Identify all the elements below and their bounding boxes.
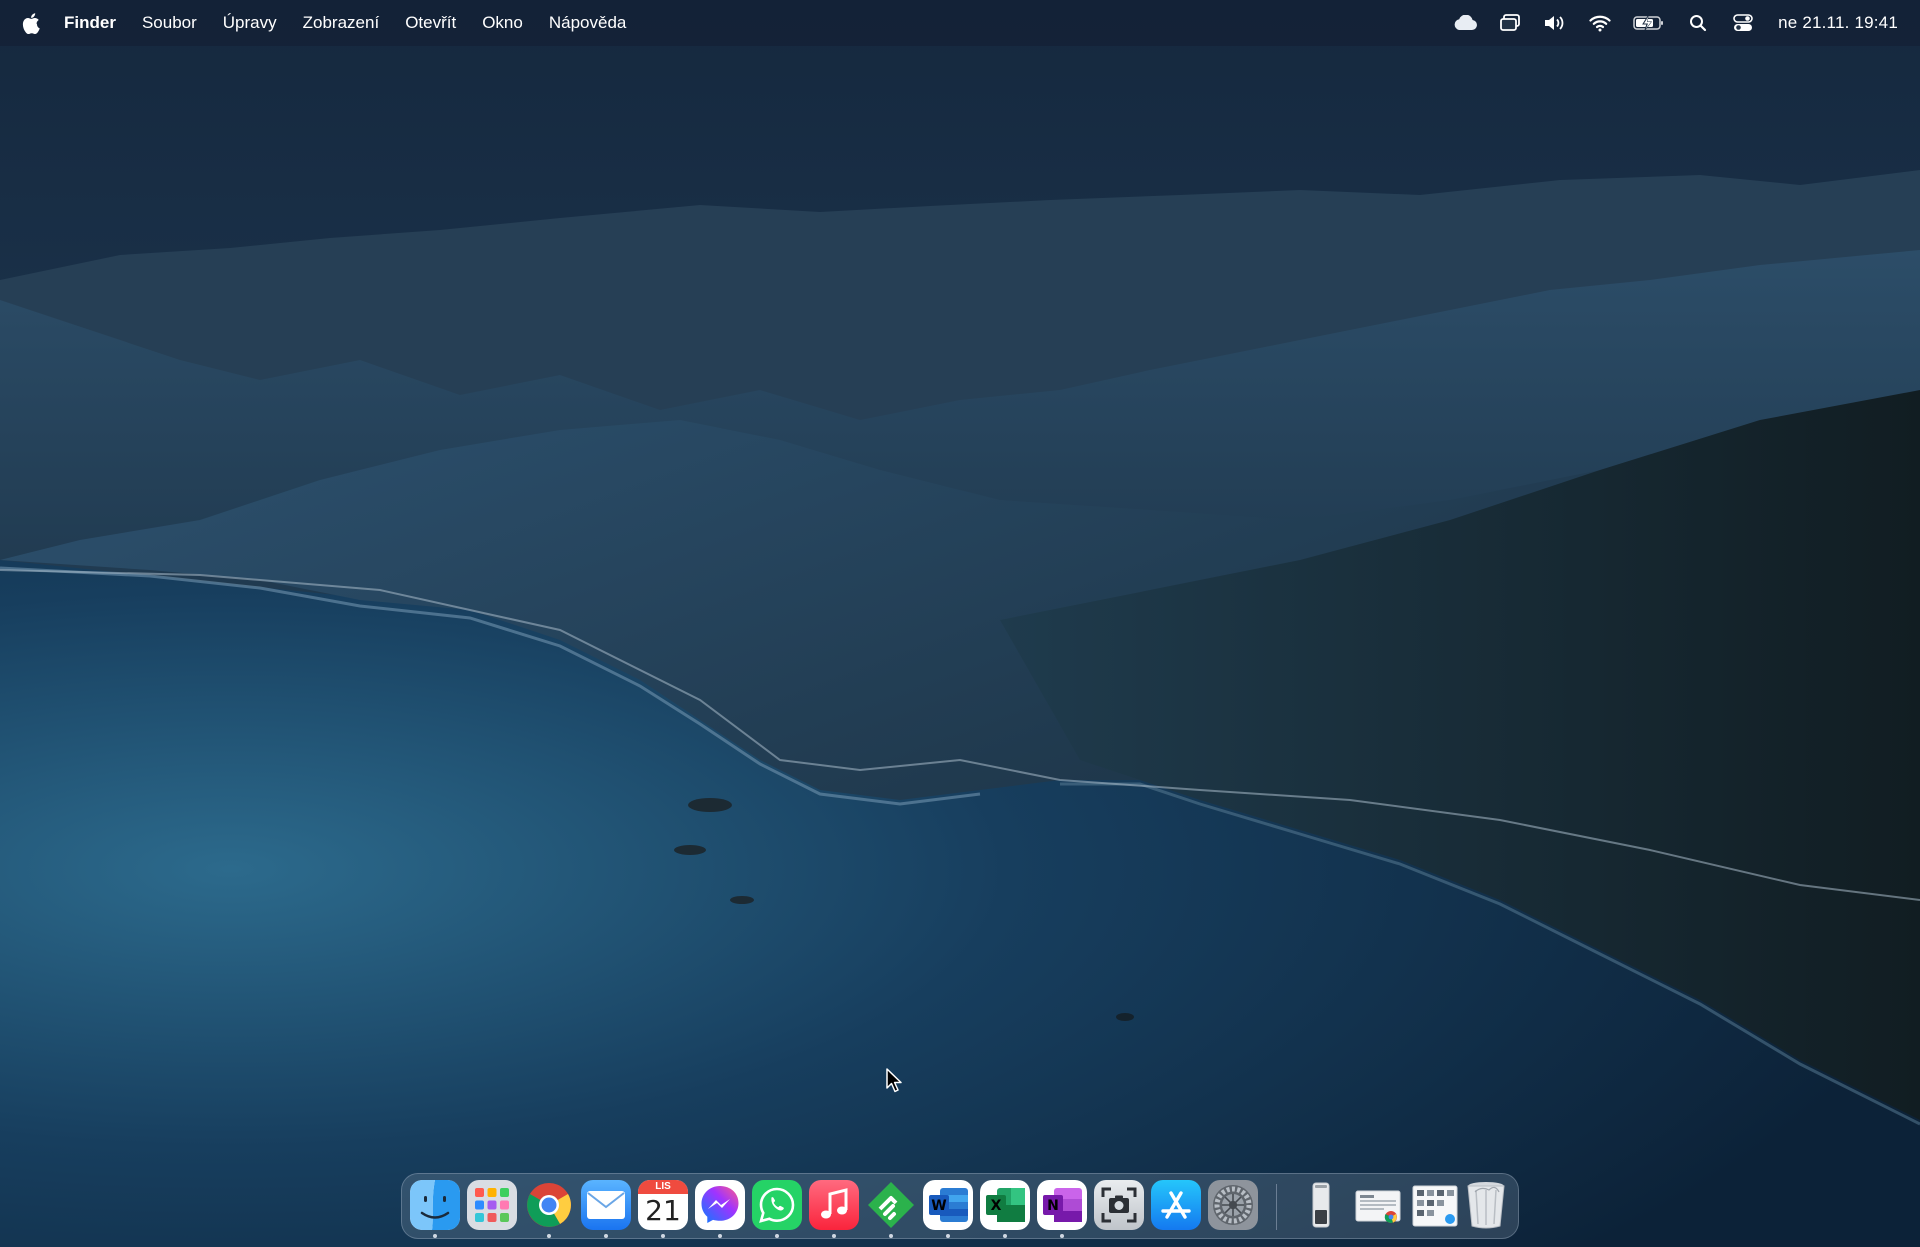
launchpad-icon[interactable] (467, 1180, 517, 1230)
volume-icon[interactable] (1542, 12, 1568, 34)
status-area: ne 21.11. 19:41 (1433, 0, 1898, 46)
running-indicator (946, 1234, 950, 1238)
battery-charging-icon[interactable] (1632, 12, 1666, 34)
excel-icon[interactable]: X (980, 1180, 1030, 1230)
svg-text:X: X (991, 1198, 1002, 1214)
running-indicator (775, 1234, 779, 1238)
menu-upravy[interactable]: Úpravy (223, 13, 277, 33)
desktop-wallpaper (0, 0, 1920, 1247)
menu-okno[interactable]: Okno (482, 13, 523, 33)
calendar-day-label: 21 (645, 1194, 681, 1227)
menu-bar: Finder Soubor Úpravy Zobrazení Otevřít O… (0, 0, 1920, 46)
trash-icon[interactable] (1461, 1180, 1511, 1230)
running-indicator (661, 1234, 665, 1238)
menu-zobrazeni[interactable]: Zobrazení (303, 13, 380, 33)
whatsapp-icon[interactable] (752, 1180, 802, 1230)
dock-separator (1276, 1184, 1277, 1230)
running-indicator (832, 1234, 836, 1238)
menu-bar-clock[interactable]: ne 21.11. 19:41 (1778, 13, 1898, 33)
calendar-icon[interactable]: LIS 21 (638, 1180, 688, 1230)
menu-napoveda[interactable]: Nápověda (549, 13, 627, 33)
documents-stack-icon[interactable] (1353, 1180, 1403, 1230)
downloads-stack-icon[interactable] (1296, 1180, 1346, 1230)
dock: LIS 21 W X N (401, 1173, 1519, 1239)
apple-menu-icon[interactable] (22, 11, 44, 35)
menu-otevrit[interactable]: Otevřít (405, 13, 456, 33)
chrome-icon[interactable] (524, 1180, 574, 1230)
running-indicator (604, 1234, 608, 1238)
running-indicator (547, 1234, 551, 1238)
running-indicator (889, 1234, 893, 1238)
system-preferences-icon[interactable] (1208, 1180, 1258, 1230)
calendar-month-label: LIS (655, 1181, 671, 1192)
mail-icon[interactable] (581, 1180, 631, 1230)
cloud-icon[interactable] (1452, 12, 1478, 34)
running-indicator (718, 1234, 722, 1238)
running-indicator (1060, 1234, 1064, 1238)
wifi-icon[interactable] (1587, 12, 1613, 34)
running-indicator (433, 1234, 437, 1238)
messenger-icon[interactable] (695, 1180, 745, 1230)
svg-text:W: W (931, 1198, 946, 1214)
menu-app-finder[interactable]: Finder (64, 13, 116, 33)
control-center-icon[interactable] (1730, 12, 1756, 34)
desktop-stack-icon[interactable] (1410, 1180, 1460, 1230)
mouse-cursor-icon (886, 1068, 904, 1094)
spotlight-search-icon[interactable] (1685, 12, 1711, 34)
app-store-icon[interactable] (1151, 1180, 1201, 1230)
running-indicator (1003, 1234, 1007, 1238)
music-icon[interactable] (809, 1180, 859, 1230)
finder-icon[interactable] (410, 1180, 460, 1230)
feedly-icon[interactable] (866, 1180, 916, 1230)
menu-soubor[interactable]: Soubor (142, 13, 197, 33)
onenote-icon[interactable]: N (1037, 1180, 1087, 1230)
svg-text:N: N (1047, 1198, 1059, 1214)
screenshot-icon[interactable] (1094, 1180, 1144, 1230)
word-icon[interactable]: W (923, 1180, 973, 1230)
display-mirroring-icon[interactable] (1497, 12, 1523, 34)
